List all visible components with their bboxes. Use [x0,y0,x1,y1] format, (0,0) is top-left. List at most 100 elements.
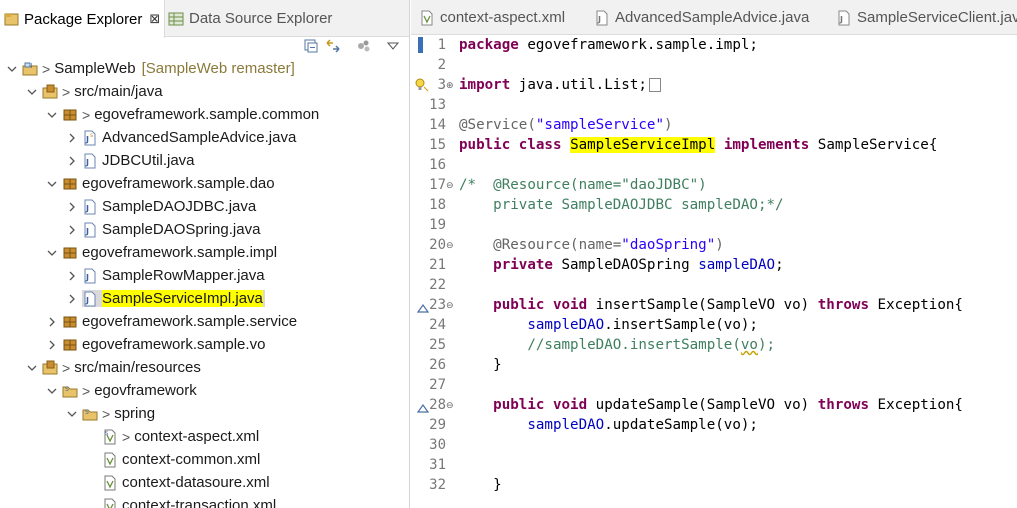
line-number: 2 [437,57,446,73]
line-number: 15 [429,137,446,153]
tree-item-label: egovframework [94,382,197,399]
line-number: 24 [429,317,446,333]
tree-item-sampledaojdbc[interactable]: J SampleDAOJDBC.java [65,195,256,218]
comment: ); [757,337,776,353]
svg-text:J: J [85,204,89,213]
line-number: 25 [429,337,446,353]
tab-advanced-sample-advice[interactable]: J AdvancedSampleAdvice.java [594,0,809,35]
view-menu-button[interactable] [384,37,402,55]
collapse-all-button[interactable] [302,37,320,55]
chevron-down-icon[interactable] [45,176,59,192]
tab-label: AdvancedSampleAdvice.java [615,9,810,26]
decorator-arrow: > [82,106,91,123]
code-text-segment: SampleDAOSpring [552,257,699,273]
tree-item-sampleserviceimpl[interactable]: J SampleServiceImpl.java [65,287,265,310]
chevron-right-icon[interactable] [65,268,79,284]
tree-item-label: SampleDAOSpring.java [102,221,261,238]
chevron-right-icon[interactable] [65,153,79,169]
fold-collapse-icon[interactable]: ⊖ [446,400,456,410]
chevron-down-icon[interactable] [25,84,39,100]
tree-item-label: egoveframework.sample.common [94,106,320,123]
chevron-down-icon[interactable] [25,360,39,376]
tree-item-context-aspect[interactable]: S > context-aspect.xml [102,425,259,448]
tree-item-folder-spring[interactable]: S > spring [65,402,155,425]
code-text-segment: updateSample(SampleVO vo) [587,397,818,413]
tab-sample-service-client[interactable]: J SampleServiceClient.java [836,0,1017,35]
tree-item-label: AdvancedSampleAdvice.java [102,129,297,146]
chevron-down-icon[interactable] [65,406,79,422]
tree-item-label: SampleWeb [54,60,136,77]
tree-item-project[interactable]: J > SampleWeb [SampleWeb remaster] [5,57,295,80]
chevron-right-icon[interactable] [65,199,79,215]
link-with-editor-button[interactable] [324,37,342,55]
tree-item-src-main-java[interactable]: > src/main/java [25,80,163,103]
selected-item: J SampleServiceImpl.java [82,290,265,307]
code-line-18: private SampleDAOJDBC sampleDAO;*/ [459,195,783,215]
tree-item-package-common[interactable]: > egoveframework.sample.common [45,103,319,126]
tree-item-label: src/main/resources [74,359,201,376]
tree-item-sampledaospring[interactable]: J SampleDAOSpring.java [65,218,260,241]
svg-text:S: S [105,431,108,437]
tree-item-package-vo[interactable]: egoveframework.sample.vo [45,333,265,356]
fold-collapse-icon[interactable]: ⊖ [446,300,456,310]
tab-data-source-explorer[interactable]: Data Source Explorer [168,0,332,37]
tree-item-jdbcutil[interactable]: J JDBCUtil.java [65,149,195,172]
override-indicator-icon[interactable] [416,400,430,413]
tab-package-explorer[interactable]: Package Explorer ⊠ [0,0,165,38]
tree-item-context-common[interactable]: context-common.xml [102,448,260,471]
chevron-right-icon[interactable] [45,314,59,330]
keyword: private [493,257,553,273]
folded-imports-box[interactable] [648,78,661,92]
java-editor[interactable]: 1 2 3 13 14 15 16 17 18 19 20 21 22 23 2… [411,35,1017,508]
fold-collapse-icon[interactable]: ⊖ [446,180,456,190]
chevron-down-icon[interactable] [45,107,59,123]
tree-item-advanced-sample-advice[interactable]: Js AdvancedSampleAdvice.java [65,126,296,149]
chevron-right-icon[interactable] [65,130,79,146]
tree-item-context-datasource[interactable]: context-datasoure.xml [102,471,270,494]
focus-button[interactable] [355,37,373,55]
fold-collapse-icon[interactable]: ⊖ [446,240,456,250]
override-indicator-icon[interactable] [416,300,430,313]
java-file-icon: J [836,10,852,26]
tree-item-src-main-resources[interactable]: > src/main/resources [25,356,201,379]
tree-item-package-service[interactable]: egoveframework.sample.service [45,310,297,333]
keyword: import [459,77,511,93]
decorator-arrow: > [102,405,111,422]
keyword: public [459,137,511,153]
keyword: public [493,397,545,413]
line-number: 19 [429,217,446,233]
field-reference: sampleDAO [698,257,776,273]
tab-label: SampleServiceClient.java [857,9,1017,26]
tab-context-aspect-xml[interactable]: context-aspect.xml [419,0,565,35]
keyword: void [552,397,588,413]
package-explorer-icon [4,11,20,27]
keyword: public [493,297,545,313]
tree-item-folder-egovframework[interactable]: S > egovframework [45,379,197,402]
chevron-right-icon[interactable] [65,222,79,238]
java-file-icon: J [82,268,98,284]
xml-file-icon [102,498,118,508]
line-number: 21 [429,257,446,273]
code-text[interactable]: package egoveframework.sample.impl; impo… [459,35,1017,508]
code-line-28: public void updateSample(SampleVO vo) th… [459,395,963,415]
svg-text:S: S [85,409,89,416]
line-number: 29 [429,417,446,433]
chevron-down-icon[interactable] [45,383,59,399]
chevron-down-icon[interactable] [5,61,19,77]
chevron-right-icon[interactable] [65,291,79,307]
comment-spelling-warning: vo [740,337,758,353]
tree-item-package-dao[interactable]: egoveframework.sample.dao [45,172,275,195]
fold-expand-icon[interactable]: ⊕ [446,80,456,90]
chevron-down-icon[interactable] [45,245,59,261]
lightbulb-warning-icon[interactable] [414,77,430,93]
tree-item-context-transaction[interactable]: context-transaction.xml [102,494,276,508]
left-tab-bar: Package Explorer ⊠ Data Source Explorer [0,0,409,38]
close-icon[interactable]: ⊠ [149,11,160,27]
chevron-right-icon[interactable] [45,337,59,353]
tree-item-label: context-datasoure.xml [122,474,270,491]
svg-text:J: J [839,15,843,24]
tree-item-package-impl[interactable]: egoveframework.sample.impl [45,241,277,264]
tab-package-explorer-label: Package Explorer [24,10,143,28]
code-text-segment: } [493,477,502,493]
tree-item-samplerowmapper[interactable]: J SampleRowMapper.java [65,264,265,287]
